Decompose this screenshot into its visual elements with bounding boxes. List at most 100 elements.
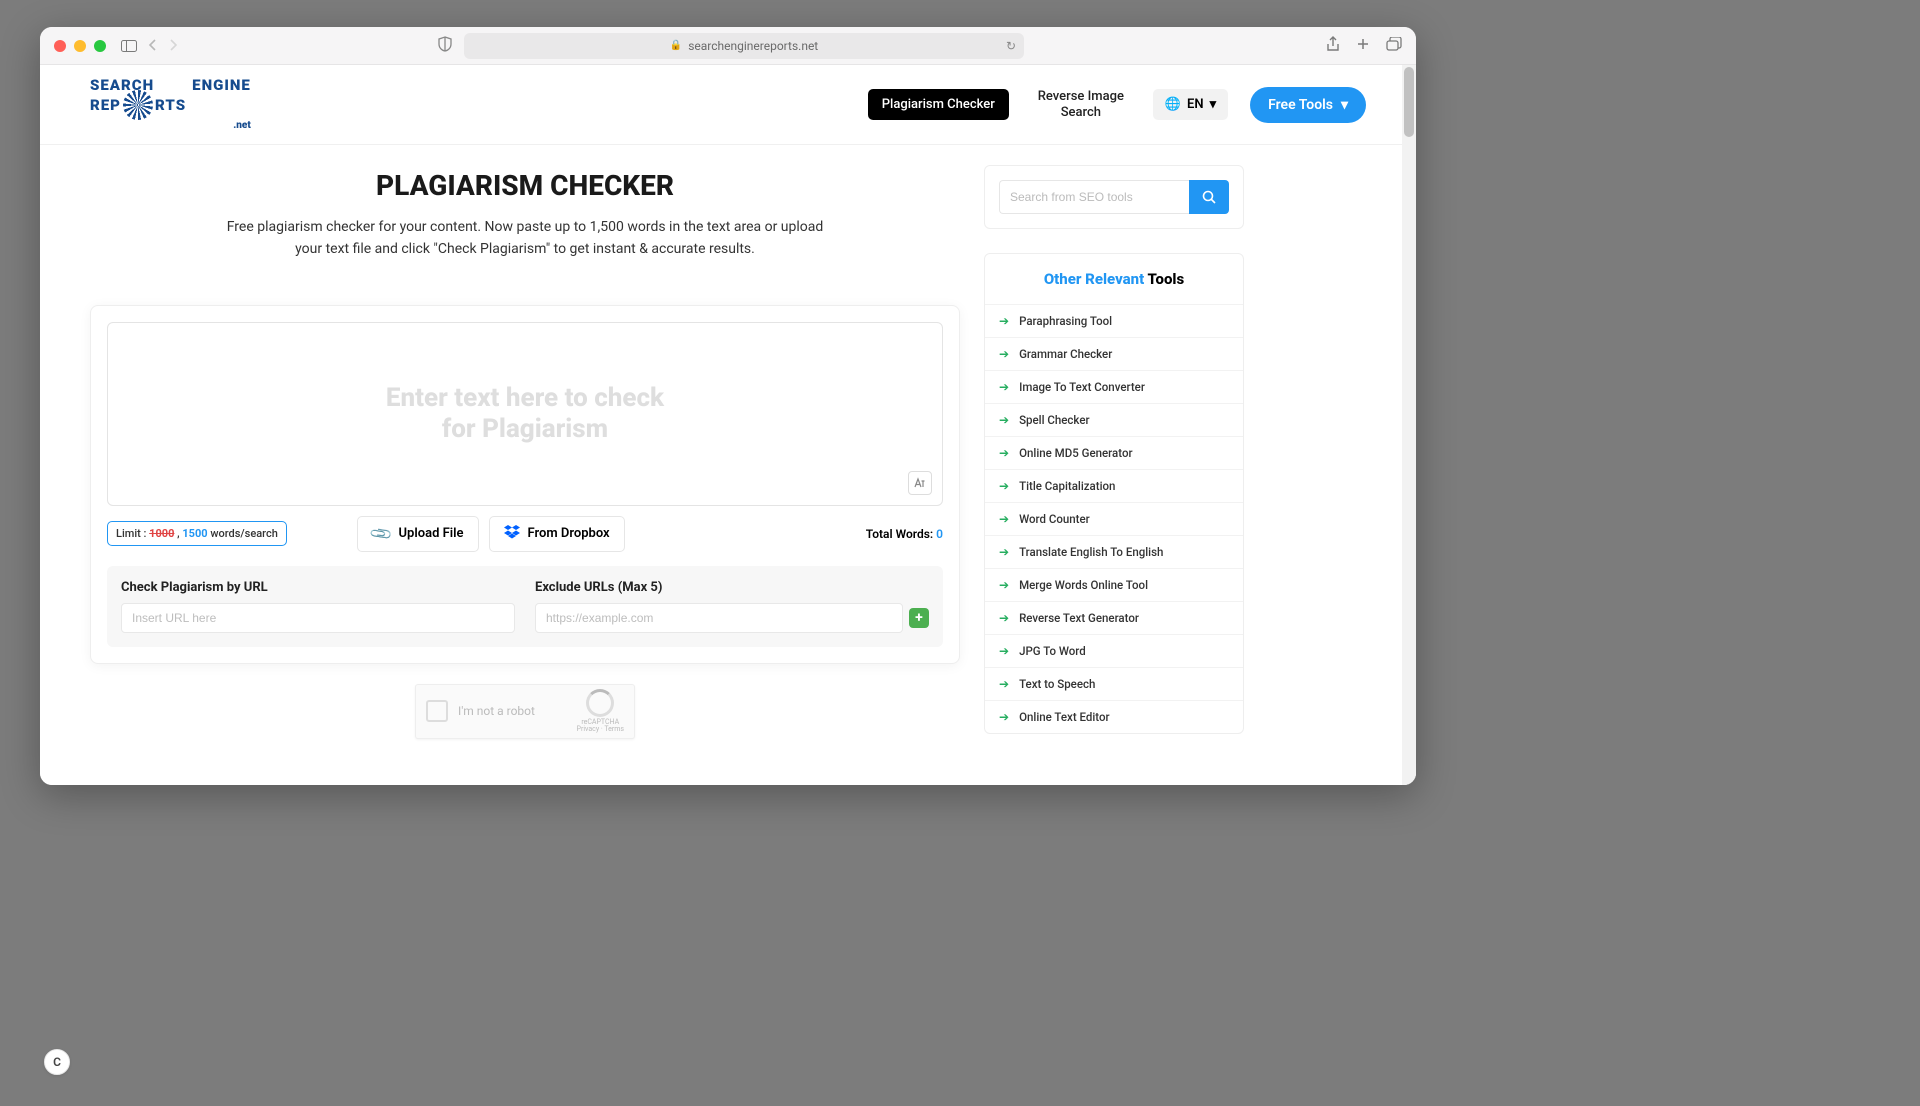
free-tools-label: Free Tools (1268, 97, 1333, 113)
sidebar-toggle-icon[interactable] (120, 38, 138, 54)
arrow-right-icon: ➔ (999, 710, 1009, 724)
recaptcha-widget[interactable]: I'm not a robot reCAPTCHA Privacy · Term… (415, 684, 635, 739)
tabs-icon[interactable] (1386, 36, 1402, 55)
browser-toolbar: 🔒 searchenginereports.net ↻ (40, 27, 1416, 65)
tool-label: Image To Text Converter (1019, 380, 1145, 394)
globe-icon: 🌐 (1165, 97, 1181, 112)
site-header: SEARCH ENGINE REP RTS .net Plagiarism Ch… (40, 65, 1416, 145)
reload-icon[interactable]: ↻ (1006, 39, 1016, 53)
url-input[interactable] (121, 603, 515, 633)
maximize-window-button[interactable] (94, 40, 106, 52)
tool-item[interactable]: ➔ Title Capitalization (985, 469, 1243, 502)
chevron-down-icon: ▾ (1341, 97, 1348, 113)
nav-reverse-image-search[interactable]: Reverse Image Search (1031, 89, 1131, 120)
scrollbar-thumb[interactable] (1404, 67, 1414, 137)
tool-item[interactable]: ➔ JPG To Word (985, 634, 1243, 667)
lock-icon: 🔒 (670, 40, 682, 51)
share-icon[interactable] (1326, 36, 1340, 56)
tool-label: Merge Words Online Tool (1019, 578, 1148, 592)
tool-item[interactable]: ➔Paraphrasing Tool (985, 304, 1243, 337)
arrow-right-icon: ➔ (999, 545, 1009, 559)
window-controls (54, 40, 106, 52)
address-bar[interactable]: 🔒 searchenginereports.net ↻ (464, 33, 1024, 59)
url-text: searchenginereports.net (688, 39, 818, 53)
tool-label: Word Counter (1019, 512, 1090, 526)
related-tools-card: Other Relevant Tools ➔Paraphrasing Tool➔… (984, 253, 1244, 734)
total-words-label: Total Words: (866, 527, 936, 541)
page-title: PLAGIARISM CHECKER (90, 169, 960, 202)
new-tab-icon[interactable] (1356, 36, 1370, 55)
text-input-area[interactable]: Enter text here to check for Plagiarism (107, 322, 943, 506)
language-selector[interactable]: 🌐 EN ▾ (1153, 89, 1228, 120)
text-case-button[interactable] (908, 471, 932, 495)
limit-text: words/search (208, 527, 278, 540)
tool-item[interactable]: ➔Reverse Text Generator (985, 601, 1243, 634)
free-tools-dropdown[interactable]: Free Tools ▾ (1250, 87, 1366, 123)
recaptcha-legal: Privacy · Terms (577, 726, 624, 734)
arrow-right-icon: ➔ (999, 479, 1009, 493)
tool-item[interactable]: ➔ Merge Words Online Tool (985, 568, 1243, 601)
tool-item[interactable]: ➔Image To Text Converter (985, 370, 1243, 403)
logo-text: .net (90, 121, 251, 131)
tools-header-blue: Other Relevant (1044, 270, 1144, 288)
dropbox-icon (504, 525, 520, 543)
recaptcha-checkbox[interactable] (426, 700, 448, 722)
exclude-url-input[interactable] (535, 603, 903, 633)
arrow-right-icon: ➔ (999, 578, 1009, 592)
browser-window: 🔒 searchenginereports.net ↻ SEARCH ENGIN… (40, 27, 1416, 785)
tool-item[interactable]: ➔ Online Text Editor (985, 700, 1243, 733)
arrow-right-icon: ➔ (999, 314, 1009, 328)
back-button[interactable] (148, 36, 158, 55)
tool-item[interactable]: ➔ Text to Speech (985, 667, 1243, 700)
tool-item[interactable]: ➔Spell Checker (985, 403, 1243, 436)
tool-label: Translate English To English (1019, 545, 1163, 559)
tool-label: Online Text Editor (1019, 710, 1110, 724)
chevron-down-icon: ▾ (1210, 97, 1217, 112)
tool-item[interactable]: ➔Online MD5 Generator (985, 436, 1243, 469)
limit-text: Limit : (116, 527, 149, 540)
page-content: SEARCH ENGINE REP RTS .net Plagiarism Ch… (40, 65, 1416, 785)
related-tools-header: Other Relevant Tools (985, 254, 1243, 304)
logo-spiral-icon (123, 90, 153, 120)
recaptcha-badge: reCAPTCHA Privacy · Terms (577, 689, 624, 734)
tool-label: Title Capitalization (1019, 479, 1115, 493)
arrow-right-icon: ➔ (999, 413, 1009, 427)
exclude-urls-label: Exclude URLs (Max 5) (535, 580, 929, 595)
close-window-button[interactable] (54, 40, 66, 52)
tool-item[interactable]: ➔Grammar Checker (985, 337, 1243, 370)
arrow-right-icon: ➔ (999, 644, 1009, 658)
privacy-shield-icon[interactable] (438, 36, 452, 56)
add-exclude-url-button[interactable]: + (909, 608, 929, 628)
text-placeholder: Enter text here to check for Plagiarism (386, 383, 664, 445)
scrollbar[interactable] (1402, 65, 1416, 785)
tool-item[interactable]: ➔ Word Counter (985, 502, 1243, 535)
placeholder-line: for Plagiarism (386, 414, 664, 445)
tool-label: Reverse Text Generator (1019, 611, 1139, 625)
upload-file-button[interactable]: 📎 Upload File (357, 516, 479, 552)
arrow-right-icon: ➔ (999, 512, 1009, 526)
upload-label: Upload File (399, 526, 464, 541)
overlay-badge[interactable]: C (44, 1049, 70, 1075)
plagiarism-checker-card: Enter text here to check for Plagiarism … (90, 305, 960, 664)
recaptcha-text: I'm not a robot (458, 704, 535, 718)
dropbox-label: From Dropbox (528, 526, 610, 541)
tool-label: JPG To Word (1019, 644, 1086, 658)
tools-search-button[interactable] (1189, 180, 1229, 214)
minimize-window-button[interactable] (74, 40, 86, 52)
dropbox-button[interactable]: From Dropbox (489, 516, 625, 552)
word-limit-notice: Limit : 1000 , 1500 words/search (107, 521, 287, 546)
tool-label: Text to Speech (1019, 677, 1095, 691)
arrow-right-icon: ➔ (999, 446, 1009, 460)
logo-text: RTS (155, 98, 186, 112)
arrow-right-icon: ➔ (999, 347, 1009, 361)
logo-text: ENGINE (192, 78, 251, 92)
tool-item[interactable]: ➔ Translate English To English (985, 535, 1243, 568)
arrow-right-icon: ➔ (999, 677, 1009, 691)
url-section: Check Plagiarism by URL Exclude URLs (Ma… (107, 566, 943, 647)
tools-search-input[interactable] (999, 180, 1189, 214)
forward-button[interactable] (168, 36, 178, 55)
site-logo[interactable]: SEARCH ENGINE REP RTS .net (90, 78, 251, 131)
tools-search-box (984, 165, 1244, 229)
nav-plagiarism-checker[interactable]: Plagiarism Checker (868, 89, 1009, 120)
page-subtitle: Free plagiarism checker for your content… (215, 216, 835, 261)
